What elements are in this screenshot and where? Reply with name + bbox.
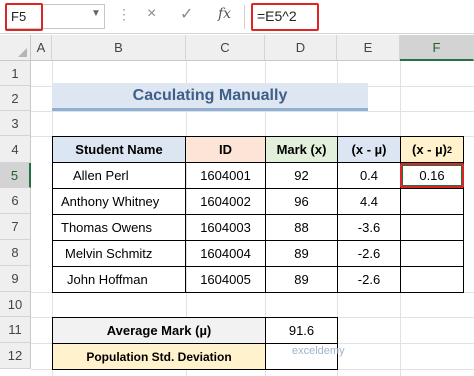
cell-id[interactable]: 1604001 (185, 162, 266, 189)
cell-deviation[interactable]: 0.4 (337, 162, 401, 189)
row-header-5[interactable]: 5 (0, 163, 31, 188)
cell-student-name[interactable]: Melvin Schmitz (52, 240, 186, 267)
cell-student-name[interactable]: Allen Perl (52, 162, 186, 189)
header-mark[interactable]: Mark (x) (265, 136, 338, 163)
header-squared-deviation[interactable]: (x - µ) 2 (400, 136, 464, 163)
population-std-deviation-label[interactable]: Population Std. Deviation (52, 343, 266, 370)
cell-deviation[interactable]: -2.6 (337, 240, 401, 267)
sheet-title[interactable]: Caculating Manually (52, 83, 368, 111)
row-header-6[interactable]: 6 (0, 188, 31, 214)
name-box-value: F5 (11, 9, 27, 24)
cell-squared-deviation[interactable] (400, 188, 464, 215)
cell-squared-deviation[interactable] (400, 214, 464, 241)
cell-student-name[interactable]: Anthony Whitney (52, 188, 186, 215)
header-id[interactable]: ID (185, 136, 266, 163)
gridline (31, 111, 474, 112)
cell-deviation[interactable]: 4.4 (337, 188, 401, 215)
average-mark-value[interactable]: 91.6 (265, 317, 338, 344)
cell-student-name[interactable]: John Hoffman (52, 266, 186, 293)
cell-mark[interactable]: 89 (265, 266, 338, 293)
cell-mark[interactable]: 88 (265, 214, 338, 241)
active-cell-highlight (400, 163, 464, 188)
header-squared-text: (x - µ) (412, 142, 447, 157)
column-header-b[interactable]: B (52, 35, 186, 61)
row-header-8[interactable]: 8 (0, 240, 31, 266)
row-header-1[interactable]: 1 (0, 61, 31, 86)
column-header-d[interactable]: D (265, 35, 337, 61)
cell-id[interactable]: 1604003 (185, 214, 266, 241)
cell-id[interactable]: 1604002 (185, 188, 266, 215)
header-student-name[interactable]: Student Name (52, 136, 186, 163)
column-header-c[interactable]: C (186, 35, 265, 61)
cancel-icon[interactable]: × (147, 5, 156, 23)
cell-squared-deviation[interactable] (400, 240, 464, 267)
cell-mark[interactable]: 92 (265, 162, 338, 189)
column-header-e[interactable]: E (337, 35, 400, 61)
cell-mark[interactable]: 96 (265, 188, 338, 215)
chevron-down-icon[interactable]: ▼ (91, 8, 101, 19)
row-header-4[interactable]: 4 (0, 136, 31, 163)
column-header-f[interactable]: F (400, 35, 474, 61)
row-header-3[interactable]: 3 (0, 111, 31, 136)
select-all-triangle-icon (18, 48, 27, 57)
enter-icon[interactable]: ✓ (180, 4, 193, 24)
row-header-9[interactable]: 9 (0, 266, 31, 292)
cell-id[interactable]: 1604005 (185, 266, 266, 293)
cell-deviation[interactable]: -3.6 (337, 214, 401, 241)
formula-bar-separator (244, 5, 245, 29)
cell-deviation[interactable]: -2.6 (337, 266, 401, 293)
more-options-icon: ⋮ (117, 6, 131, 22)
cell-mark[interactable]: 89 (265, 240, 338, 267)
header-deviation[interactable]: (x - µ) (337, 136, 401, 163)
cell-student-name[interactable]: Thomas Owens (52, 214, 186, 241)
row-header-2[interactable]: 2 (0, 86, 31, 111)
row-header-12[interactable]: 12 (0, 343, 31, 369)
average-mark-label[interactable]: Average Mark (µ) (52, 317, 266, 344)
formula-input[interactable]: =E5^2 (257, 8, 297, 24)
row-header-11[interactable]: 11 (0, 317, 31, 343)
row-header-10[interactable]: 10 (0, 292, 31, 317)
watermark-logo: exceldemy (292, 345, 345, 357)
insert-function-icon[interactable]: fx (218, 6, 231, 22)
superscript-two: 2 (446, 144, 452, 155)
column-header-a[interactable]: A (31, 35, 52, 61)
cell-id[interactable]: 1604004 (185, 240, 266, 267)
cell-squared-deviation[interactable] (400, 266, 464, 293)
row-header-7[interactable]: 7 (0, 214, 31, 240)
